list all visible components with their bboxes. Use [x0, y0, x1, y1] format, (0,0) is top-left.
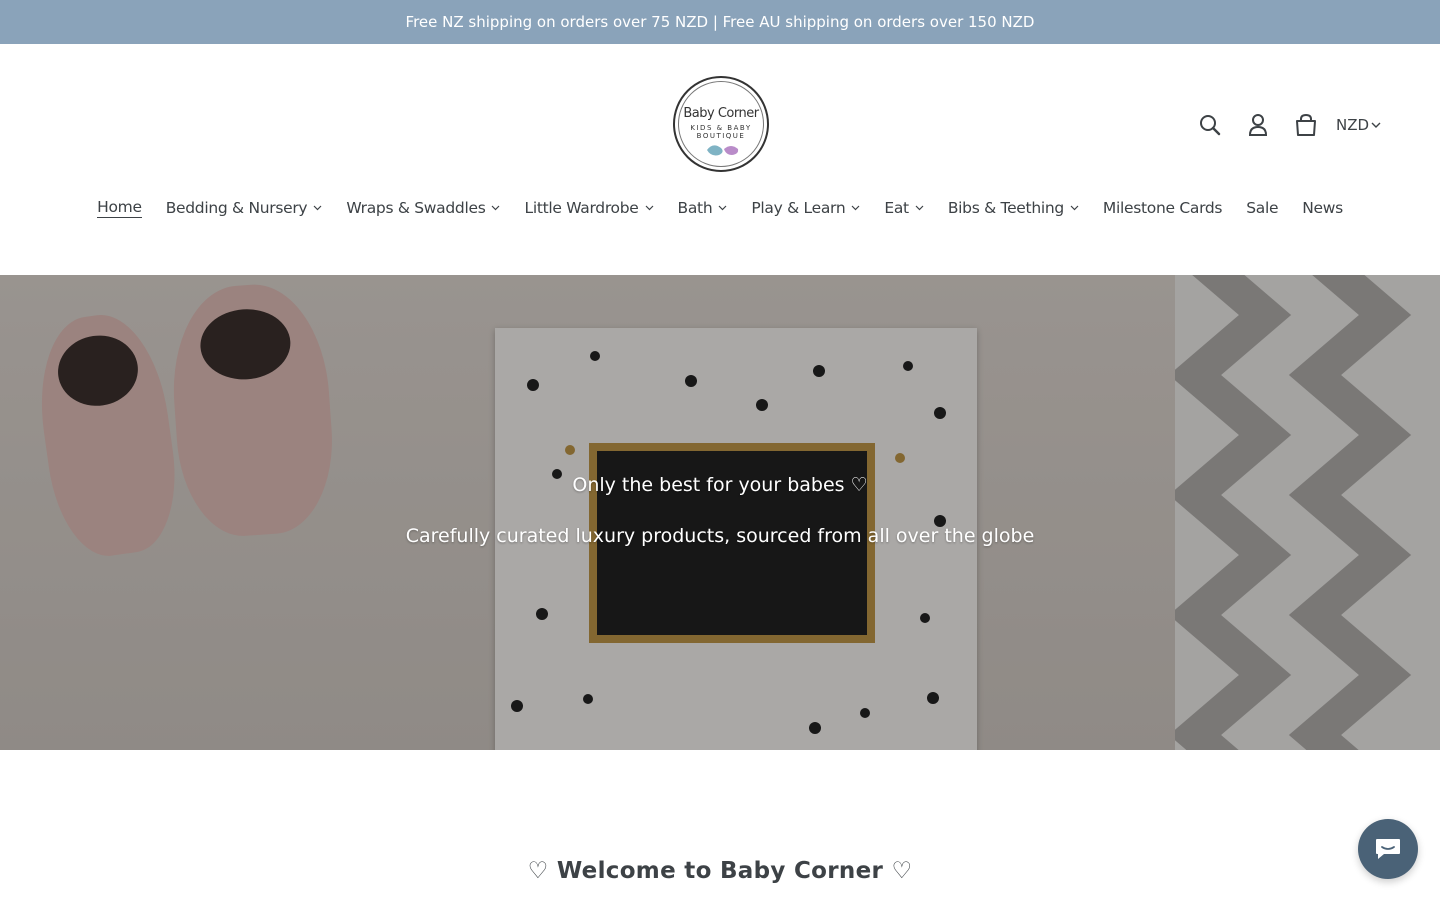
nav-item-eat[interactable]: Eat [884, 199, 924, 217]
nav-item-label: Bedding & Nursery [165, 199, 308, 217]
welcome-heading: ♡ Welcome to Baby Corner ♡ [527, 858, 913, 884]
logo-title: Baby Corner [683, 106, 759, 121]
site-logo[interactable]: Baby Corner KIDS & BABY BOUTIQUE [673, 76, 769, 172]
search-button[interactable] [1194, 109, 1226, 141]
nav-item-label: Eat [884, 199, 909, 217]
nav-item-label: Sale [1246, 199, 1279, 217]
chevron-down-icon [313, 205, 322, 211]
logo-subtitle: KIDS & BABY BOUTIQUE [690, 124, 752, 140]
chat-icon [1376, 839, 1400, 859]
nav-item-news[interactable]: News [1302, 199, 1343, 217]
nav-item-home[interactable]: Home [97, 198, 142, 218]
account-icon [1248, 114, 1268, 136]
chevron-down-icon [492, 205, 500, 211]
cart-button[interactable] [1290, 109, 1322, 141]
nav-item-bath[interactable]: Bath [678, 199, 728, 217]
chevron-down-icon [851, 205, 860, 211]
cart-icon [1296, 113, 1316, 136]
announcement-bar: Free NZ shipping on orders over 75 NZD |… [0, 0, 1440, 44]
nav-item-milestone-cards[interactable]: Milestone Cards [1102, 199, 1223, 217]
nav-item-sale[interactable]: Sale [1246, 199, 1278, 217]
currency-label: NZD [1336, 116, 1370, 134]
nav-item-label: Little Wardrobe [524, 199, 639, 217]
header-actions: NZD [1194, 106, 1381, 144]
announcement-text: Free NZ shipping on orders over 75 NZD |… [405, 13, 1035, 31]
chevron-down-icon [645, 205, 653, 211]
chat-button[interactable] [1358, 819, 1418, 879]
hero-overlay [0, 275, 1440, 750]
nav-item-label: Bibs & Teething [947, 199, 1064, 217]
nav-item-wraps-swaddles[interactable]: Wraps & Swaddles [346, 199, 500, 217]
hero-heading: Only the best for your babes ♡ [572, 474, 868, 496]
currency-selector[interactable]: NZD [1336, 116, 1381, 134]
hero-subheading: Carefully curated luxury products, sourc… [405, 525, 1035, 547]
nav-item-label: Bath [677, 199, 713, 217]
birds-icon [707, 145, 739, 156]
nav-item-label: Wraps & Swaddles [346, 199, 486, 217]
search-icon [1200, 115, 1221, 136]
main-nav: Home Bedding & Nursery Wraps & Swaddles … [0, 198, 1440, 218]
nav-item-little-wardrobe[interactable]: Little Wardrobe [524, 199, 653, 217]
nav-item-label: News [1302, 199, 1343, 217]
nav-item-label: Play & Learn [751, 199, 846, 217]
nav-item-label: Home [97, 198, 142, 218]
nav-item-label: Milestone Cards [1102, 199, 1223, 217]
nav-item-play-learn[interactable]: Play & Learn [751, 199, 860, 217]
chevron-down-icon [718, 205, 727, 211]
nav-item-bedding-nursery[interactable]: Bedding & Nursery [166, 199, 323, 217]
chevron-down-icon [1371, 122, 1381, 128]
hero-banner: Only the best for your babes ♡ Carefully… [0, 275, 1440, 750]
chevron-down-icon [915, 205, 924, 211]
chevron-down-icon [1070, 205, 1079, 211]
nav-item-bibs-teething[interactable]: Bibs & Teething [948, 199, 1079, 217]
account-button[interactable] [1242, 109, 1274, 141]
